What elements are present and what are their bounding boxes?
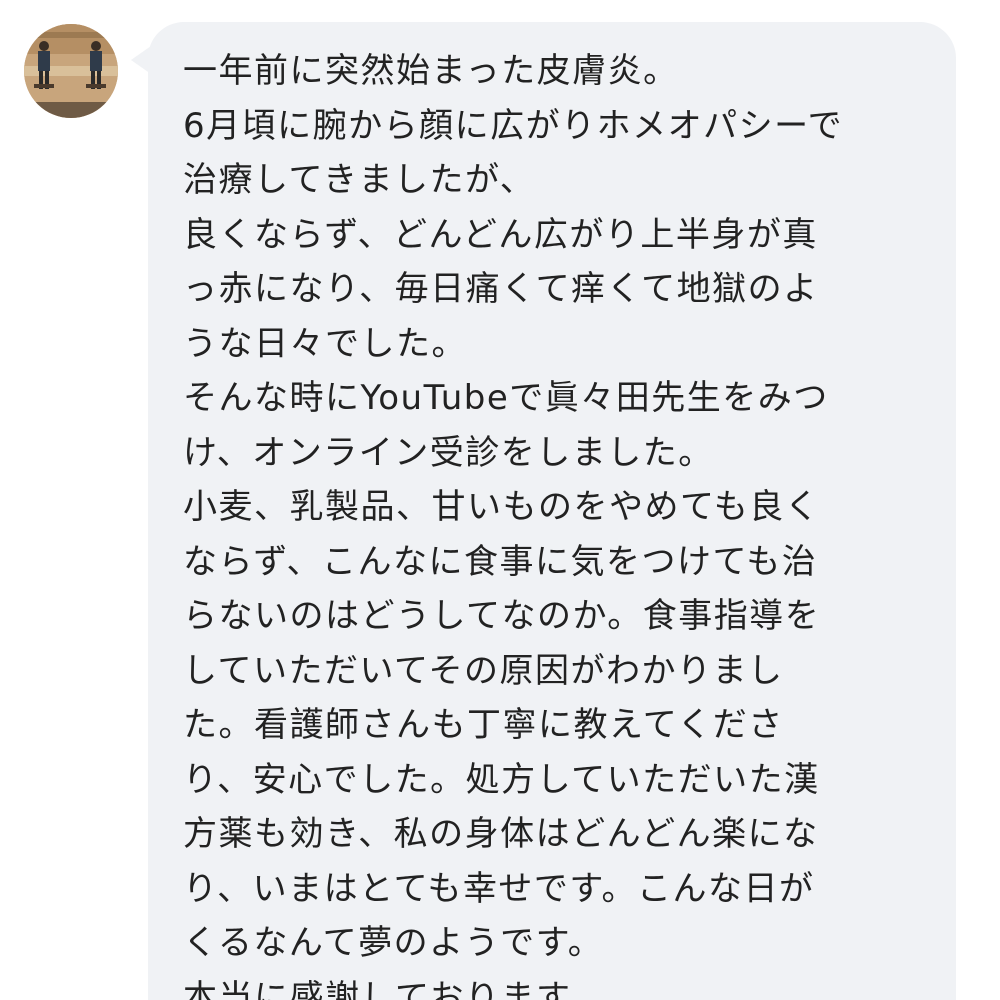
message-line: 6月頃に腕から顔に広がりホメオパシーで [183, 105, 844, 146]
message-line: 一年前に突然始まった皮膚炎。 [183, 51, 679, 91]
message-line: た。看護師さんも丁寧に教えてくださ [183, 705, 784, 745]
sender-avatar[interactable] [24, 24, 118, 118]
message-line: け、オンライン受診をしました。 [183, 432, 714, 473]
message-text: 一年前に突然始まった皮膚炎。 6月頃に腕から顔に広がりホメオパシーで 治療してき… [183, 44, 943, 1000]
message-line: うな日々でした。 [183, 323, 467, 364]
message-line: していただいてその原因がわかりまし [183, 650, 784, 691]
message-line: 本当に感謝しております。 [183, 977, 604, 1000]
message-line: 良くならず、どんどん広がり上半身が真 [183, 214, 818, 255]
message-line: ならず、こんなに食事に気をつけても治 [183, 541, 818, 582]
message-line: 小麦、乳製品、甘いものをやめても良く [183, 487, 821, 527]
message-line: くるなんて夢のようです。 [183, 923, 604, 963]
message-line: り、いまはとても幸せです。こんな日が [183, 868, 815, 909]
message-line: 方薬も効き、私の身体はどんどん楽にな [183, 814, 819, 854]
message-line: り、安心でした。処方していただいた漢 [183, 759, 820, 800]
chat-screen: 一年前に突然始まった皮膚炎。 6月頃に腕から顔に広がりホメオパシーで 治療してき… [0, 0, 1000, 1000]
message-line: っ赤になり、毎日痛くて痒くて地獄のよ [183, 269, 819, 309]
profile-photo-icon [24, 24, 118, 118]
message-line: らないのはどうしてなのか。食事指導を [183, 596, 821, 636]
message-line: そんな時にYouTubeで眞々田先生をみつ [183, 378, 829, 418]
message-line: 治療してきましたが、 [183, 160, 536, 200]
